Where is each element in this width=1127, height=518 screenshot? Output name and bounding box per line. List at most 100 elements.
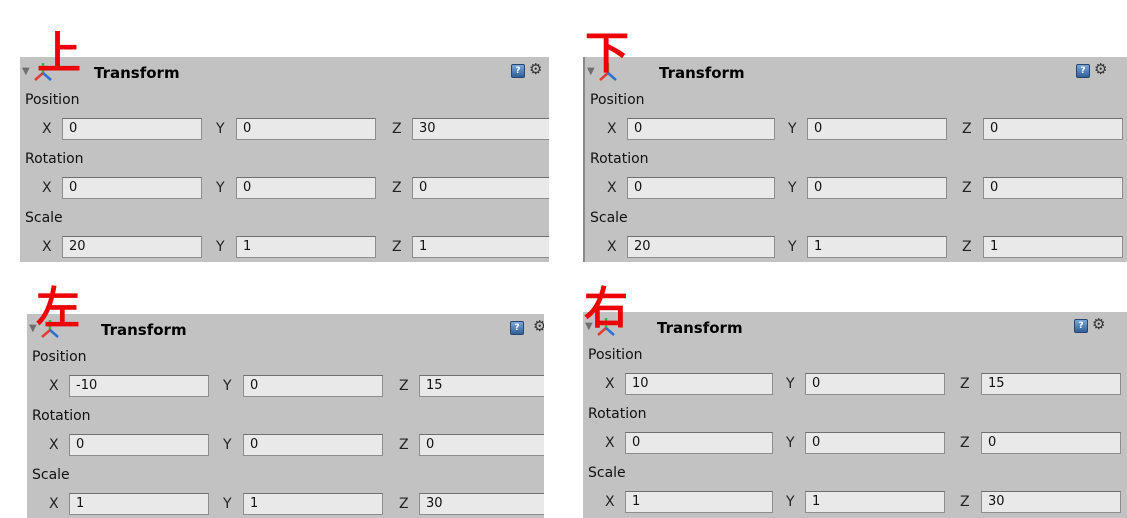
x-axis-label[interactable]: X — [42, 180, 52, 196]
rotation-label: Rotation — [588, 406, 647, 422]
scale-y-field[interactable]: 1 — [807, 236, 947, 258]
scale-z-field[interactable]: 30 — [419, 493, 544, 515]
rotation-row: X 0 Y 0 Z 0 — [583, 430, 1127, 460]
y-axis-label[interactable]: Y — [788, 239, 797, 255]
gear-icon[interactable]: ⚙ — [1092, 315, 1105, 333]
scale-y-field[interactable]: 1 — [805, 491, 945, 513]
rotation-z-field[interactable]: 0 — [419, 434, 544, 456]
gear-icon[interactable]: ⚙ — [1094, 60, 1107, 78]
z-axis-label[interactable]: Z — [960, 494, 970, 510]
z-axis-label[interactable]: Z — [399, 378, 409, 394]
rotation-z-field[interactable]: 0 — [981, 432, 1121, 454]
z-axis-label[interactable]: Z — [399, 437, 409, 453]
position-z-field[interactable]: 15 — [419, 375, 544, 397]
rotation-z-field[interactable]: 0 — [983, 177, 1123, 199]
help-book-icon[interactable]: ? — [1074, 319, 1088, 333]
y-axis-label[interactable]: Y — [216, 180, 225, 196]
z-axis-label[interactable]: Z — [962, 180, 972, 196]
component-title: Transform — [657, 319, 743, 337]
scale-label: Scale — [588, 465, 626, 481]
scale-row: X 1 Y 1 Z 30 — [27, 491, 544, 518]
scale-x-field[interactable]: 20 — [62, 236, 202, 258]
rotation-x-field[interactable]: 0 — [625, 432, 773, 454]
rotation-row: X 0 Y 0 Z 0 — [585, 175, 1127, 205]
component-header[interactable]: ▼ Transform ? ⚙ — [27, 314, 544, 344]
transform-panel-right: ▼ Transform ? ⚙ Position X 10 Y 0 Z 15 R… — [583, 312, 1127, 518]
rotation-x-field[interactable]: 0 — [627, 177, 775, 199]
x-axis-label[interactable]: X — [607, 121, 617, 137]
z-axis-label[interactable]: Z — [962, 121, 972, 137]
y-axis-label[interactable]: Y — [788, 180, 797, 196]
position-x-field[interactable]: -10 — [69, 375, 209, 397]
annotation-right: 右 — [584, 283, 628, 334]
help-book-icon[interactable]: ? — [1076, 64, 1090, 78]
position-x-field[interactable]: 0 — [627, 118, 775, 140]
rotation-label: Rotation — [32, 408, 91, 424]
position-y-field[interactable]: 0 — [807, 118, 947, 140]
z-axis-label[interactable]: Z — [399, 496, 409, 512]
component-header[interactable]: ▼ Transform ? ⚙ — [583, 312, 1127, 342]
rotation-y-field[interactable]: 0 — [807, 177, 947, 199]
help-book-icon[interactable]: ? — [511, 64, 525, 78]
x-axis-label[interactable]: X — [607, 239, 617, 255]
z-axis-label[interactable]: Z — [960, 376, 970, 392]
z-axis-label[interactable]: Z — [392, 121, 402, 137]
rotation-x-field[interactable]: 0 — [62, 177, 202, 199]
component-header[interactable]: ▼ Transform ? ⚙ — [585, 57, 1127, 87]
y-axis-label[interactable]: Y — [216, 121, 225, 137]
scale-z-field[interactable]: 1 — [983, 236, 1123, 258]
scale-z-field[interactable]: 1 — [412, 236, 549, 258]
y-axis-label[interactable]: Y — [223, 496, 232, 512]
y-axis-label[interactable]: Y — [786, 435, 795, 451]
position-x-field[interactable]: 0 — [62, 118, 202, 140]
position-z-field[interactable]: 0 — [983, 118, 1123, 140]
component-header[interactable]: ▼ Transform ? ⚙ — [20, 57, 549, 87]
rotation-y-field[interactable]: 0 — [243, 434, 383, 456]
help-book-icon[interactable]: ? — [510, 321, 524, 335]
x-axis-label[interactable]: X — [605, 376, 615, 392]
y-axis-label[interactable]: Y — [223, 378, 232, 394]
rotation-y-field[interactable]: 0 — [236, 177, 376, 199]
y-axis-label[interactable]: Y — [788, 121, 797, 137]
position-y-field[interactable]: 0 — [243, 375, 383, 397]
annotation-bottom: 下 — [585, 28, 629, 79]
x-axis-label[interactable]: X — [42, 121, 52, 137]
z-axis-label[interactable]: Z — [392, 180, 402, 196]
rotation-z-field[interactable]: 0 — [412, 177, 549, 199]
position-x-field[interactable]: 10 — [625, 373, 773, 395]
foldout-triangle-icon[interactable]: ▼ — [22, 67, 30, 77]
x-axis-label[interactable]: X — [607, 180, 617, 196]
position-y-field[interactable]: 0 — [236, 118, 376, 140]
scale-x-field[interactable]: 1 — [625, 491, 773, 513]
annotation-top: 上 — [37, 28, 81, 79]
annotation-left: 左 — [36, 283, 80, 334]
scale-label: Scale — [590, 210, 628, 226]
scale-z-field[interactable]: 30 — [981, 491, 1121, 513]
scale-y-field[interactable]: 1 — [243, 493, 383, 515]
y-axis-label[interactable]: Y — [223, 437, 232, 453]
x-axis-label[interactable]: X — [49, 437, 59, 453]
gear-icon[interactable]: ⚙ — [529, 60, 542, 78]
y-axis-label[interactable]: Y — [216, 239, 225, 255]
position-y-field[interactable]: 0 — [805, 373, 945, 395]
y-axis-label[interactable]: Y — [786, 376, 795, 392]
z-axis-label[interactable]: Z — [960, 435, 970, 451]
x-axis-label[interactable]: X — [605, 435, 615, 451]
x-axis-label[interactable]: X — [42, 239, 52, 255]
x-axis-label[interactable]: X — [49, 378, 59, 394]
scale-x-field[interactable]: 20 — [627, 236, 775, 258]
z-axis-label[interactable]: Z — [392, 239, 402, 255]
position-z-field[interactable]: 30 — [412, 118, 549, 140]
position-z-field[interactable]: 15 — [981, 373, 1121, 395]
scale-x-field[interactable]: 1 — [69, 493, 209, 515]
rotation-y-field[interactable]: 0 — [805, 432, 945, 454]
x-axis-label[interactable]: X — [49, 496, 59, 512]
gear-icon[interactable]: ⚙ — [533, 317, 544, 335]
y-axis-label[interactable]: Y — [786, 494, 795, 510]
rotation-x-field[interactable]: 0 — [69, 434, 209, 456]
position-label: Position — [25, 92, 80, 108]
scale-row: X 20 Y 1 Z 1 — [585, 234, 1127, 262]
scale-y-field[interactable]: 1 — [236, 236, 376, 258]
x-axis-label[interactable]: X — [605, 494, 615, 510]
z-axis-label[interactable]: Z — [962, 239, 972, 255]
